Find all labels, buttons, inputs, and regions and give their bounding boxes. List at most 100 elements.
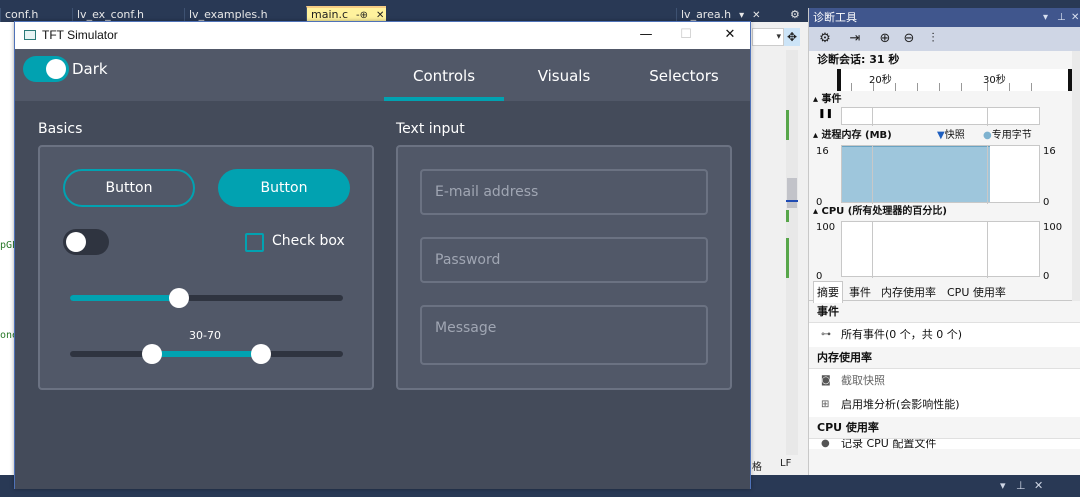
password-placeholder: Password: [435, 252, 501, 268]
checkbox-label[interactable]: Check box: [272, 233, 345, 249]
minimize-icon[interactable]: —: [631, 25, 661, 45]
memory-section-title[interactable]: ▴ 进程内存 (MB) ▼快照 ●专用字节: [809, 129, 1080, 143]
change-marker: [786, 110, 789, 140]
vs-tab-lv-ex-conf[interactable]: lv_ex_conf.h: [72, 8, 180, 22]
text-input-title: Text input: [396, 121, 465, 137]
split-icon[interactable]: ✥: [784, 28, 800, 46]
tft-simulator-window: TFT Simulator — ☐ ✕ Dark Controls Visual…: [14, 21, 751, 489]
password-field[interactable]: Password: [420, 237, 708, 283]
basics-title: Basics: [38, 121, 83, 137]
vs-tab-conf-h[interactable]: conf.h: [0, 8, 70, 22]
gear-icon[interactable]: ⚙: [786, 8, 806, 22]
vs-tab-label: lv_ex_conf.h: [77, 8, 144, 21]
cpu-record-item[interactable]: ● 记录 CPU 配置文件: [809, 439, 1080, 449]
cpu-title: CPU (所有处理器的百分比): [821, 206, 947, 217]
filled-button[interactable]: Button: [218, 169, 350, 207]
vs-tab-lv-examples[interactable]: lv_examples.h: [184, 8, 304, 22]
timeline-tick: [987, 83, 988, 91]
text-input-panel: E-mail address Password Message: [396, 145, 732, 390]
camera-icon: ◙: [821, 375, 831, 386]
close-icon[interactable]: ✕: [1034, 479, 1043, 492]
legend-private-bytes: ●专用字节: [983, 129, 1032, 143]
timeline-tick: [939, 83, 940, 91]
tab-cpu-usage[interactable]: CPU 使用率: [947, 284, 1006, 300]
change-marker: [786, 238, 789, 278]
group-cpu: CPU 使用率: [809, 417, 1080, 439]
dropdown-icon[interactable]: ▾: [1043, 8, 1048, 27]
diag-timeline[interactable]: 20秒 30秒: [837, 69, 1072, 91]
vs-tab-lv-area-h[interactable]: lv_area.h ▾ ✕: [676, 8, 784, 22]
tab-visuals[interactable]: Visuals: [504, 67, 624, 85]
checkbox[interactable]: [245, 233, 264, 252]
diag-title: 诊断工具: [813, 11, 857, 24]
range-slider[interactable]: [70, 344, 343, 364]
pin-icon[interactable]: ⊥: [1057, 8, 1066, 27]
range-slider-label: 30-70: [189, 329, 221, 342]
events-section-title[interactable]: ▴ 事件: [809, 93, 1080, 107]
status-line-ending[interactable]: LF: [780, 458, 791, 469]
pin-icon[interactable]: ⊥: [1016, 479, 1026, 492]
zoom-in-icon[interactable]: ⊕: [875, 30, 895, 48]
message-field[interactable]: Message: [420, 305, 708, 365]
tab-memory-usage[interactable]: 内存使用率: [881, 284, 936, 300]
heap-icon: ⊞: [821, 399, 830, 410]
grid-line: [987, 146, 988, 204]
status-encoding: 格: [752, 462, 762, 473]
range-slider-min-knob[interactable]: [142, 344, 162, 364]
diag-scrollbar[interactable]: [1072, 51, 1080, 301]
reset-zoom-icon[interactable]: ⫶: [923, 30, 943, 48]
grid-line: [987, 222, 988, 278]
grid-line: [872, 222, 873, 278]
tab-controls[interactable]: Controls: [384, 67, 504, 85]
member-dropdown[interactable]: ▾: [752, 28, 784, 46]
maximize-icon: ☐: [680, 27, 692, 42]
caret-marker: [786, 200, 798, 202]
switch-knob: [66, 232, 86, 252]
close-icon[interactable]: ✕: [376, 10, 384, 21]
take-snapshot-label: 截取快照: [841, 374, 885, 387]
timeline-tick: [1009, 83, 1010, 91]
sim-titlebar[interactable]: TFT Simulator — ☐ ✕: [15, 22, 750, 49]
editor-status-line: 格 LF: [752, 455, 808, 475]
pause-icon[interactable]: ❚❚: [818, 109, 833, 119]
memory-axis-top: 16: [816, 146, 829, 157]
range-slider-fill: [152, 351, 261, 357]
cpu-axis-top-right: 100: [1043, 222, 1063, 233]
all-events-label: 所有事件(0 个，共 0 个): [841, 328, 963, 341]
email-field[interactable]: E-mail address: [420, 169, 708, 215]
slider[interactable]: [70, 288, 343, 308]
timeline-tick: [917, 83, 918, 91]
memory-usage-fill: [842, 146, 990, 202]
dropdown-icon[interactable]: ▾: [739, 10, 744, 21]
vs-editor-margin: [752, 22, 808, 475]
editor-scrollbar[interactable]: [786, 50, 798, 455]
close-icon[interactable]: ✕: [715, 25, 745, 45]
pin-icon[interactable]: -⊕: [356, 10, 368, 21]
tab-summary[interactable]: 摘要: [813, 281, 843, 303]
private-bytes-dot-icon: ●: [983, 130, 992, 141]
vs-tab-main-c[interactable]: main.c -⊕ ✕: [306, 6, 386, 22]
settings-gear-icon[interactable]: ⚙: [815, 30, 835, 48]
export-icon[interactable]: ⇥: [845, 30, 865, 48]
vs-tab-label: conf.h: [5, 8, 39, 21]
theme-switch[interactable]: [23, 56, 69, 82]
zoom-out-icon[interactable]: ⊖: [899, 30, 919, 48]
slider-knob[interactable]: [169, 288, 189, 308]
all-events-item[interactable]: ⊶ 所有事件(0 个，共 0 个): [809, 323, 1080, 347]
tab-events[interactable]: 事件: [849, 284, 871, 300]
memory-axis-top-right: 16: [1043, 146, 1056, 157]
close-icon[interactable]: ✕: [752, 10, 760, 21]
scrollbar-thumb[interactable]: [787, 178, 797, 208]
memory-title: 进程内存 (MB): [821, 130, 892, 141]
dropdown-icon[interactable]: ▾: [1000, 479, 1006, 492]
events-track: ❚❚: [818, 107, 1040, 126]
outline-button[interactable]: Button: [63, 169, 195, 207]
active-tab-indicator: [384, 97, 504, 101]
cpu-section-title[interactable]: ▴ CPU (所有处理器的百分比): [809, 205, 1080, 219]
close-icon[interactable]: ✕: [1071, 8, 1079, 27]
heap-analysis-item[interactable]: ⊞ 启用堆分析(会影响性能): [809, 393, 1080, 417]
range-slider-max-knob[interactable]: [251, 344, 271, 364]
take-snapshot-item[interactable]: ◙ 截取快照: [809, 369, 1080, 393]
tab-selectors[interactable]: Selectors: [624, 67, 744, 85]
basics-switch[interactable]: [63, 229, 109, 255]
